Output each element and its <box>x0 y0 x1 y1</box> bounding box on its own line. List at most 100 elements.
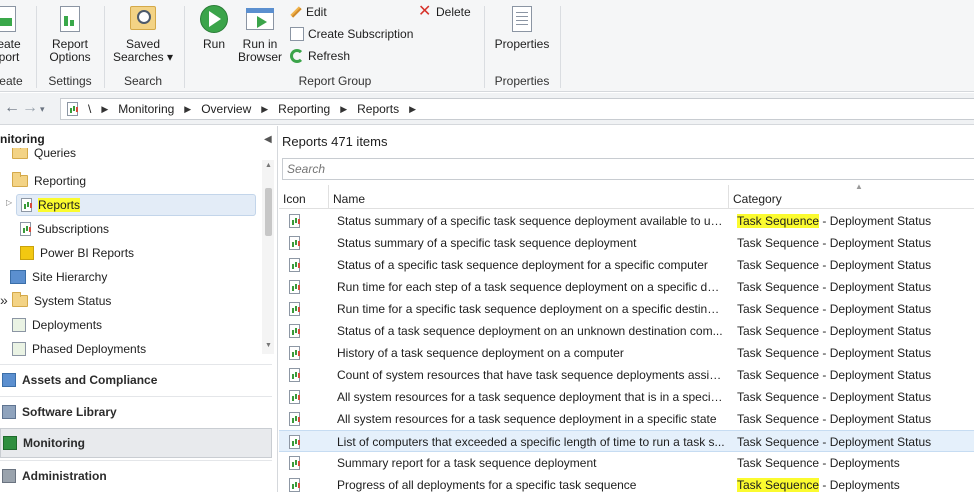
breadcrumb-overview[interactable]: Overview <box>201 102 251 116</box>
properties-button[interactable]: Properties <box>490 4 554 51</box>
collapse-pane-icon[interactable]: ◀ <box>264 134 272 145</box>
navigation-pane: nitoring ◀ Queries Reporting Reports ▷ S… <box>0 126 278 492</box>
search-input[interactable] <box>282 158 974 180</box>
report-category: Task Sequence - Deployment Status <box>737 346 931 360</box>
category-primary: Task Sequence <box>737 258 820 272</box>
table-row[interactable]: Count of system resources that have task… <box>279 364 974 386</box>
breadcrumb-separator-icon[interactable]: ▶ <box>261 104 268 115</box>
table-row[interactable]: Status of a task sequence deployment on … <box>279 320 974 342</box>
history-dropdown-icon[interactable]: ▾ <box>40 104 45 115</box>
run-icon <box>199 4 229 34</box>
results-pane: Reports 471 items Icon Name Category ▲ S… <box>279 126 974 492</box>
administration-icon <box>2 468 16 483</box>
breadcrumb: \ ▶ Monitoring ▶ Overview ▶ Reporting ▶ … <box>60 98 974 120</box>
scroll-down-icon[interactable]: ▼ <box>265 342 272 349</box>
tree-item-system-status[interactable]: System Status <box>12 290 111 312</box>
report-icon <box>289 412 300 426</box>
breadcrumb-reporting[interactable]: Reporting <box>278 102 330 116</box>
report-icon <box>289 478 300 492</box>
tree-scroll-thumb[interactable] <box>265 188 272 236</box>
report-category: Task Sequence - Deployment Status <box>737 324 931 338</box>
tree-item-site-hierarchy[interactable]: Site Hierarchy <box>10 266 107 288</box>
table-row[interactable]: Run time for a specific task sequence de… <box>279 298 974 320</box>
folder-icon <box>12 148 28 159</box>
table-row[interactable]: List of computers that exceeded a specif… <box>279 430 974 452</box>
workspace-administration[interactable]: Administration <box>0 460 272 490</box>
folder-icon <box>12 172 28 187</box>
delete-button[interactable]: ✕ Delete <box>418 4 471 20</box>
saved-searches-icon <box>128 4 158 34</box>
breadcrumb-separator-icon[interactable]: ▶ <box>101 104 108 115</box>
saved-searches-button[interactable]: Saved Searches ▾ <box>110 4 176 64</box>
ribbon-separator <box>560 6 561 88</box>
edit-button[interactable]: Edit <box>290 5 327 19</box>
report-options-button[interactable]: Report Options <box>44 4 96 64</box>
category-secondary: - Deployment Status <box>819 390 932 404</box>
assets-icon <box>2 372 16 387</box>
table-row[interactable]: All system resources for a task sequence… <box>279 386 974 408</box>
pencil-icon <box>290 6 302 18</box>
table-row[interactable]: Summary report for a task sequence deplo… <box>279 452 974 474</box>
report-icon <box>289 280 300 294</box>
header-divider <box>279 208 974 209</box>
tree-item-phased-deployments[interactable]: Phased Deployments <box>12 338 146 358</box>
column-header-category[interactable]: Category <box>729 185 974 208</box>
table-row[interactable]: Progress of all deployments for a specif… <box>279 474 974 492</box>
column-header-name[interactable]: Name <box>329 185 729 208</box>
drag-handle-icon[interactable]: » <box>0 292 8 308</box>
expand-arrow-icon[interactable]: ▷ <box>6 198 12 207</box>
properties-icon <box>507 4 537 34</box>
report-name: All system resources for a task sequence… <box>337 390 725 404</box>
breadcrumb-separator-icon[interactable]: ▶ <box>184 104 191 115</box>
category-primary: Task Sequence <box>737 346 820 360</box>
tree-item-subscriptions[interactable]: Subscriptions <box>20 218 109 240</box>
category-secondary: - Deployments <box>819 456 900 470</box>
scroll-up-icon[interactable]: ▲ <box>265 162 272 169</box>
category-secondary: - Deployment Status <box>819 412 932 426</box>
back-arrow-icon[interactable]: ← <box>4 99 20 117</box>
breadcrumb-separator-icon[interactable]: ▶ <box>409 104 416 115</box>
forward-arrow-icon[interactable]: → <box>22 99 38 117</box>
report-icon <box>289 302 300 316</box>
table-row[interactable]: Status summary of a specific task sequen… <box>279 210 974 232</box>
category-primary: Task Sequence <box>737 412 820 426</box>
category-primary: Task Sequence <box>737 435 820 449</box>
workspace-assets-and-compliance[interactable]: Assets and Compliance <box>0 364 272 394</box>
breadcrumb-monitoring[interactable]: Monitoring <box>118 102 174 116</box>
report-icon <box>289 346 300 360</box>
run-button[interactable]: Run <box>194 4 234 51</box>
column-header-icon[interactable]: Icon <box>279 185 329 208</box>
tree-item-queries[interactable]: Queries <box>12 148 76 164</box>
results-title: Reports 471 items <box>282 134 388 149</box>
tree-item-power-bi-reports[interactable]: Power BI Reports <box>20 242 134 264</box>
ribbon: eate port reate Report Options Settings … <box>0 0 974 92</box>
report-category: Task Sequence - Deployments <box>737 456 900 470</box>
category-secondary: - Deployments <box>819 478 900 492</box>
breadcrumb-separator-icon[interactable]: ▶ <box>340 104 347 115</box>
create-subscription-button[interactable]: Create Subscription <box>290 27 413 41</box>
table-row[interactable]: All system resources for a task sequence… <box>279 408 974 430</box>
report-category: Task Sequence - Deployment Status <box>737 368 931 382</box>
report-name: Status summary of a specific task sequen… <box>337 236 637 250</box>
tree-item-reporting[interactable]: Reporting <box>12 170 86 192</box>
breadcrumb-root[interactable]: \ <box>88 102 91 116</box>
search-group-label: Search <box>123 74 163 88</box>
table-row[interactable]: History of a task sequence deployment on… <box>279 342 974 364</box>
breadcrumb-reports[interactable]: Reports <box>357 102 399 116</box>
refresh-icon <box>290 49 304 63</box>
report-name: Run time for each step of a task sequenc… <box>337 280 725 294</box>
workspace-monitoring[interactable]: Monitoring <box>0 428 272 458</box>
monitoring-icon <box>3 436 17 450</box>
run-in-browser-button[interactable]: Run in Browser <box>236 4 284 64</box>
category-secondary: - Deployment Status <box>819 368 932 382</box>
report-icon <box>289 236 300 250</box>
category-primary: Task Sequence <box>737 302 820 316</box>
refresh-button[interactable]: Refresh <box>290 49 350 63</box>
table-row[interactable]: Status of a specific task sequence deplo… <box>279 254 974 276</box>
workspace-software-library[interactable]: Software Library <box>0 396 272 426</box>
table-row[interactable]: Run time for each step of a task sequenc… <box>279 276 974 298</box>
create-report-button[interactable]: eate port <box>0 4 26 64</box>
tree-item-deployments[interactable]: Deployments <box>12 314 102 336</box>
table-row[interactable]: Status summary of a specific task sequen… <box>279 232 974 254</box>
tree-item-reports[interactable]: Reports <box>16 194 256 216</box>
